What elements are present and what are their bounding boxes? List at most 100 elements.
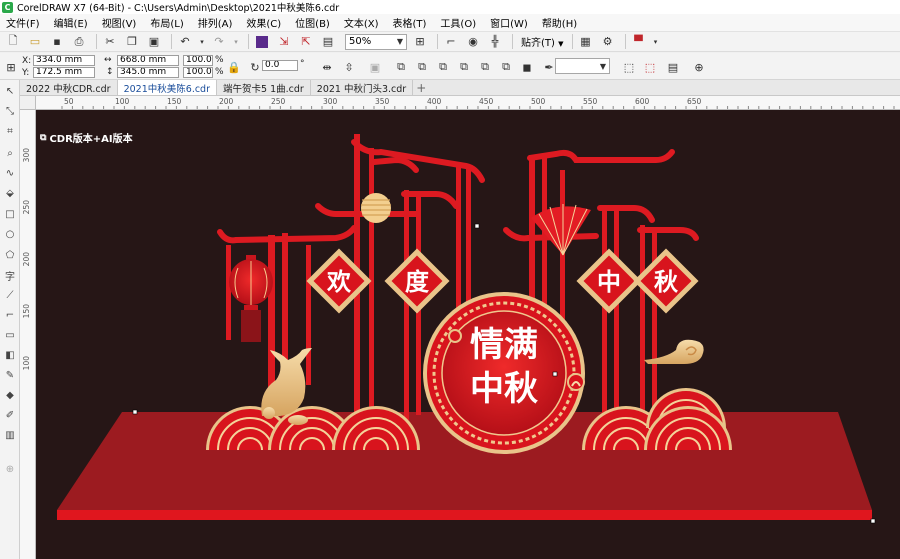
export-icon[interactable]: ⇱ [297,34,315,50]
redo-icon[interactable]: ↷ [210,34,228,50]
striped-moon [361,193,391,223]
back-minus-front-icon[interactable]: ◼ [518,59,536,75]
menu-layout[interactable]: 布局(L) [150,15,183,30]
ruler-origin[interactable] [20,96,36,110]
width-icon: ↔ [104,55,112,65]
ellipse-tool-icon[interactable]: ○ [3,227,17,241]
rectangle-tool-icon[interactable]: □ [3,207,17,221]
color-eyedropper-tool-icon[interactable]: ✎ [3,368,17,382]
separator [571,34,573,49]
smart-fill-tool-icon[interactable]: ⬙ [3,186,17,200]
intersect-icon[interactable]: ⧉ [455,59,473,75]
smart-drawing-tool-icon[interactable]: ✐ [3,408,17,422]
open-folder-icon[interactable]: ▭ [26,34,44,50]
pick-tool-icon[interactable]: ↖ [3,84,17,98]
convert-to-curves-icon[interactable]: ⬚ [641,59,659,75]
diamond-sign-2: 度 [384,248,450,314]
create-boundary-icon[interactable]: ⬚ [620,59,638,75]
menu-bar: 文件(F) 编辑(E) 视图(V) 布局(L) 排列(A) 效果(C) 位图(B… [0,14,900,31]
menu-effects[interactable]: 效果(C) [246,15,281,30]
undo-dropdown-icon[interactable]: ▾ [198,34,206,50]
drawing-canvas[interactable]: ⧉ CDR版本+AI版本 欢 度 中 秋 情满 中秋 [36,110,900,559]
width-field[interactable]: 668.0 mm [117,55,179,66]
mirror-horizontal-icon[interactable]: ⇹ [318,59,336,75]
search-content-icon[interactable] [253,34,271,50]
print-icon[interactable]: ⎙ [70,34,88,50]
vertical-ruler[interactable]: 300 250 200 150 100 [20,110,36,559]
x-position-field[interactable]: 334.0 mm [33,55,95,66]
polygon-tool-icon[interactable]: ⬠ [3,248,17,262]
snap-to-dropdown[interactable]: 贴齐(T) ▼ [521,34,564,49]
group-icon[interactable]: ▣ [366,59,384,75]
object-origin-icon[interactable]: ⊞ [2,59,20,75]
menu-tools[interactable]: 工具(O) [440,15,476,30]
document-tab[interactable]: 2022 中秋CDR.cdr [20,80,118,95]
y-position-field[interactable]: 172.5 mm [33,67,95,78]
undo-icon[interactable]: ↶ [176,34,194,50]
options-icon[interactable]: ⚙ [599,34,617,50]
new-document-icon[interactable]: 🗋 [4,34,22,50]
percent-x-label: % [215,55,224,65]
simplify-icon[interactable]: ⧉ [476,59,494,75]
zoom-level-combo[interactable]: 50% ▼ [345,33,407,50]
freehand-tool-icon[interactable]: ∿ [3,166,17,180]
save-icon[interactable]: ▪ [48,34,66,50]
application-launcher-icon[interactable]: ▀ [630,34,648,50]
mirror-vertical-icon[interactable]: ⇳ [340,59,358,75]
full-screen-preview-icon[interactable]: ⊞ [411,34,429,50]
menu-arrange[interactable]: 排列(A) [198,15,233,30]
percent-y-label: % [215,67,224,77]
redo-dropdown-icon[interactable]: ▾ [232,34,240,50]
combine-icon[interactable]: ⧉ [392,59,410,75]
menu-table[interactable]: 表格(T) [393,15,427,30]
menu-edit[interactable]: 编辑(E) [54,15,88,30]
zoom-tool-icon[interactable]: ⌕ [3,146,17,160]
text-tool-icon[interactable]: 字 [3,268,17,283]
cut-icon[interactable]: ✂ [101,34,119,50]
add-tab-icon[interactable]: + [413,81,429,95]
add-toolbar-item-icon[interactable]: ⊕ [690,59,708,75]
show-guidelines-icon[interactable]: ╬ [486,34,504,50]
weld-icon[interactable]: ⧉ [413,59,431,75]
add-tool-icon[interactable]: ⊕ [3,462,17,476]
outline-tool-icon[interactable]: ▥ [3,428,17,442]
menu-file[interactable]: 文件(F) [6,15,40,30]
rotation-angle-field[interactable]: 0.0 [262,60,298,71]
show-grid-icon[interactable]: ◉ [464,34,482,50]
menu-view[interactable]: 视图(V) [102,15,137,30]
diamond-char-3: 中 [597,268,621,296]
paste-icon[interactable]: ▣ [145,34,163,50]
menu-window[interactable]: 窗口(W) [490,15,528,30]
scale-x-field[interactable]: 100.0 [183,55,213,66]
crop-tool-icon[interactable]: ⌗ [3,124,17,138]
artwork[interactable]: 欢 度 中 秋 情满 中秋 [36,110,900,559]
connector-tool-icon[interactable]: ⌐ [3,308,17,322]
welcome-screen-icon[interactable]: ▦ [577,34,595,50]
parallel-dimension-tool-icon[interactable]: ⟋ [3,288,17,302]
title-bar: C CorelDRAW X7 (64-Bit) - C:\Users\Admin… [0,0,900,14]
align-distribute-icon[interactable]: ▤ [664,59,682,75]
menu-help[interactable]: 帮助(H) [542,15,577,30]
outline-width-combo[interactable]: ▼ [555,58,610,74]
lock-ratio-icon[interactable]: 🔒 [225,59,243,75]
document-tab[interactable]: 2021 中秋门头3.cdr [311,80,414,95]
menu-text[interactable]: 文本(X) [344,15,379,30]
menu-bitmaps[interactable]: 位图(B) [295,15,330,30]
launcher-dropdown-icon[interactable]: ▾ [652,34,660,50]
shape-tool-icon[interactable]: ⤡ [3,104,17,118]
interactive-fill-tool-icon[interactable]: ◆ [3,388,17,402]
trim-icon[interactable]: ⧉ [434,59,452,75]
transparency-tool-icon[interactable]: ◧ [3,348,17,362]
horizontal-ruler[interactable]: 50 100 150 200 250 300 350 400 450 500 5… [36,96,900,110]
copy-icon[interactable]: ❐ [123,34,141,50]
chevron-down-icon: ▼ [558,40,564,48]
scale-y-field[interactable]: 100.0 [183,67,213,78]
drop-shadow-tool-icon[interactable]: ▭ [3,328,17,342]
document-tab-active[interactable]: 2021中秋美陈6.cdr [117,80,217,95]
front-minus-back-icon[interactable]: ⧉ [497,59,515,75]
publish-pdf-icon[interactable]: ▤ [319,34,337,50]
import-icon[interactable]: ⇲ [275,34,293,50]
show-rulers-icon[interactable]: ⌐ [442,34,460,50]
document-tab[interactable]: 端午贺卡5 1曲.cdr [217,80,311,95]
height-field[interactable]: 345.0 mm [117,67,179,78]
